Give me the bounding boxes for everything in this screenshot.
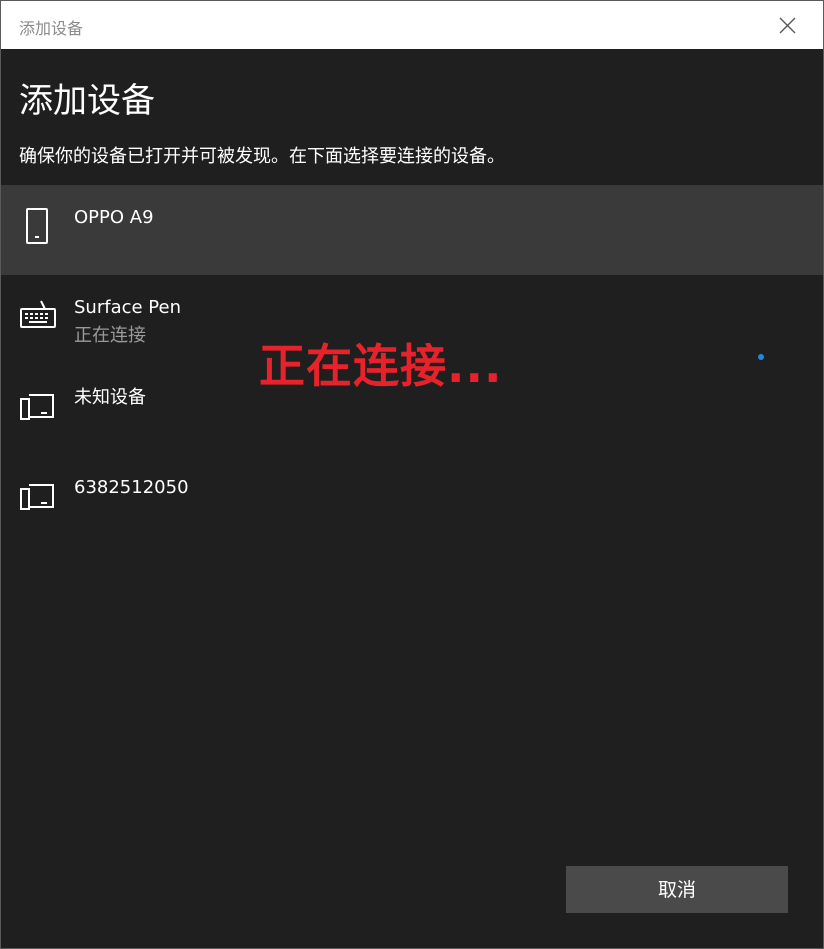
devices-icon — [20, 394, 54, 420]
device-name: 6382512050 — [74, 477, 189, 498]
phone-icon — [26, 208, 48, 244]
keyboard-icon — [20, 300, 56, 328]
title-bar: 添加设备 — [1, 1, 823, 49]
device-name: Surface Pen — [74, 297, 181, 318]
device-status: 正在连接 — [74, 325, 146, 346]
close-button[interactable] — [753, 1, 823, 49]
device-item-oppo-a9[interactable]: OPPO A9 — [1, 185, 823, 275]
page-title: 添加设备 — [19, 81, 155, 121]
device-name: OPPO A9 — [74, 207, 154, 228]
progress-indicator — [758, 354, 764, 360]
connecting-overlay-text: 正在连接... — [259, 339, 503, 393]
devices-icon — [20, 484, 54, 510]
device-name: 未知设备 — [74, 387, 146, 408]
add-device-dialog: 添加设备 添加设备 确保你的设备已打开并可被发现。在下面选择要连接的设备。 OP… — [0, 0, 824, 949]
close-icon — [779, 17, 796, 34]
page-subtitle: 确保你的设备已打开并可被发现。在下面选择要连接的设备。 — [19, 146, 505, 167]
cancel-button[interactable]: 取消 — [566, 866, 788, 913]
window-title: 添加设备 — [19, 19, 84, 38]
device-item-6382512050[interactable]: 6382512050 — [1, 455, 823, 545]
